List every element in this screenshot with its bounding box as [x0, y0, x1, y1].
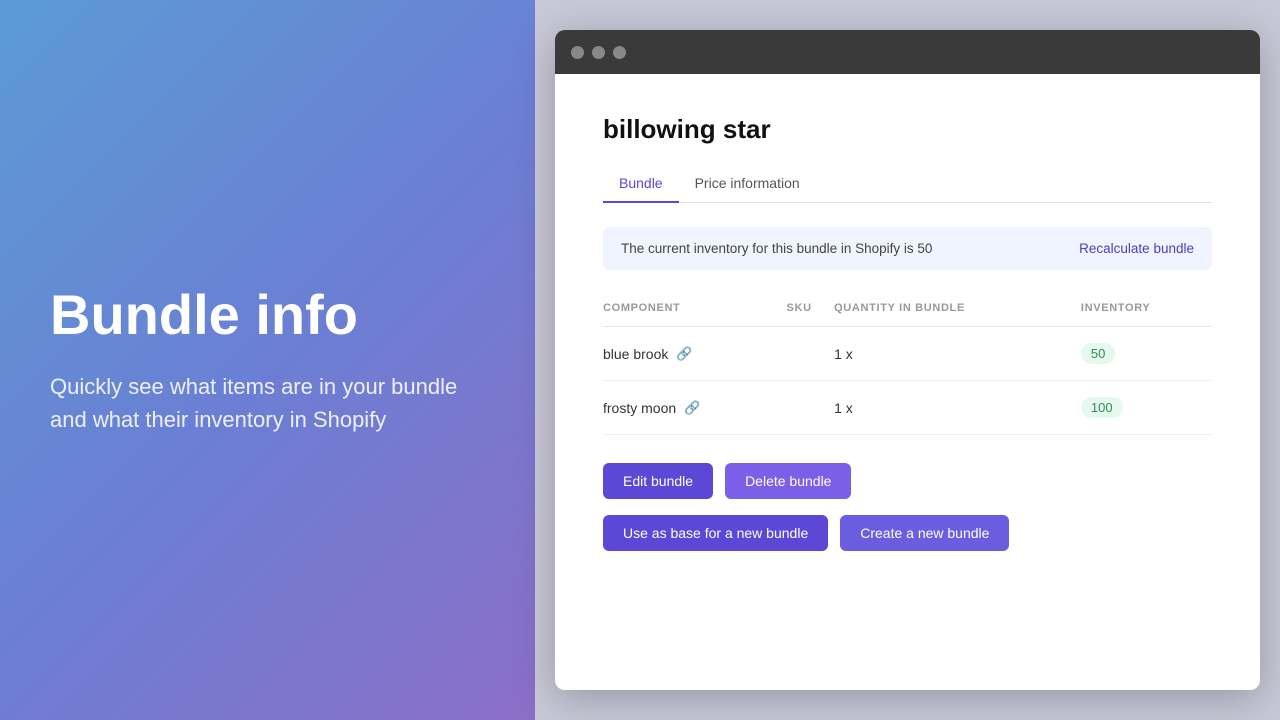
window-close-btn[interactable]	[571, 46, 584, 59]
browser-window: billowing star Bundle Price information …	[555, 30, 1260, 690]
hero-title: Bundle info	[50, 284, 485, 346]
info-banner-text: The current inventory for this bundle in…	[621, 241, 932, 256]
tab-bundle[interactable]: Bundle	[603, 165, 679, 203]
window-maximize-btn[interactable]	[613, 46, 626, 59]
browser-content: billowing star Bundle Price information …	[555, 74, 1260, 690]
inventory-badge: 100	[1081, 397, 1123, 418]
table-row: frosty moon 🔗 1 x100	[603, 381, 1212, 435]
bundle-table: Component SKU Quantity in Bundle Invento…	[603, 294, 1212, 435]
info-banner: The current inventory for this bundle in…	[603, 227, 1212, 270]
quantity-cell: 1 x	[834, 381, 1081, 435]
sku-cell	[787, 327, 835, 381]
app-title: billowing star	[603, 114, 1212, 145]
col-header-component: Component	[603, 294, 787, 327]
hero-description: Quickly see what items are in your bundl…	[50, 370, 485, 436]
table-row: blue brook 🔗 1 x50	[603, 327, 1212, 381]
window-minimize-btn[interactable]	[592, 46, 605, 59]
left-panel: Bundle info Quickly see what items are i…	[0, 0, 535, 720]
create-new-bundle-button[interactable]: Create a new bundle	[840, 515, 1009, 551]
recalculate-link[interactable]: Recalculate bundle	[1079, 241, 1194, 256]
inventory-badge: 50	[1081, 343, 1115, 364]
action-row: Edit bundle Delete bundle	[603, 463, 1212, 499]
right-panel: billowing star Bundle Price information …	[535, 0, 1280, 720]
tabs-container: Bundle Price information	[603, 165, 1212, 203]
inventory-cell: 50	[1081, 327, 1212, 381]
tab-price-information[interactable]: Price information	[679, 165, 816, 203]
component-link-icon[interactable]: 🔗	[684, 400, 700, 416]
quantity-cell: 1 x	[834, 327, 1081, 381]
col-header-quantity: Quantity in Bundle	[834, 294, 1081, 327]
component-name-text: frosty moon	[603, 400, 676, 416]
delete-bundle-button[interactable]: Delete bundle	[725, 463, 851, 499]
browser-titlebar	[555, 30, 1260, 74]
col-header-inventory: Inventory	[1081, 294, 1212, 327]
col-header-sku: SKU	[787, 294, 835, 327]
component-name-text: blue brook	[603, 346, 668, 362]
inventory-cell: 100	[1081, 381, 1212, 435]
component-cell: blue brook 🔗	[603, 327, 787, 381]
secondary-action-row: Use as base for a new bundle Create a ne…	[603, 515, 1212, 551]
edit-bundle-button[interactable]: Edit bundle	[603, 463, 713, 499]
component-cell: frosty moon 🔗	[603, 381, 787, 435]
sku-cell	[787, 381, 835, 435]
use-as-base-button[interactable]: Use as base for a new bundle	[603, 515, 828, 551]
component-link-icon[interactable]: 🔗	[676, 346, 692, 362]
